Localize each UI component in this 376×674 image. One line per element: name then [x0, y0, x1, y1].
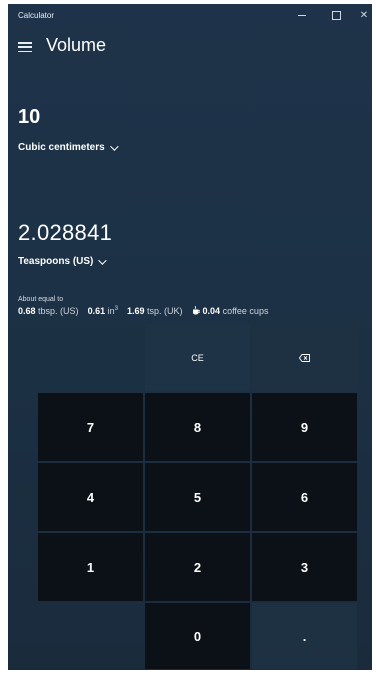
mode-title: Volume [46, 35, 107, 55]
to-unit-label: Teaspoons (US) [18, 256, 94, 267]
nav-row: Volume [8, 32, 372, 62]
key-0[interactable]: 0 [145, 603, 250, 669]
minimize-button[interactable] [292, 8, 312, 22]
to-value[interactable]: 2.028841 [18, 220, 112, 246]
key-5[interactable]: 5 [145, 463, 250, 531]
maximize-button[interactable] [326, 8, 346, 22]
close-button[interactable]: ✕ [354, 8, 372, 22]
calculator-window: Calculator ✕ Volume 10 Cubic centimeters… [8, 4, 372, 670]
hamburger-menu-icon[interactable] [18, 42, 32, 52]
equivalents-list: 0.68 tbsp. (US) 0.61 in3 1.69 tsp. (UK) … [18, 306, 277, 316]
key-2[interactable]: 2 [145, 533, 250, 601]
equivalent-item: 0.68 tbsp. (US) [18, 306, 79, 316]
key-6[interactable]: 6 [252, 463, 357, 531]
key-9[interactable]: 9 [252, 393, 357, 461]
chevron-down-icon [109, 141, 119, 151]
backspace-icon [299, 353, 310, 362]
minimize-icon [298, 14, 306, 16]
equivalent-item: 0.04 coffee cups [192, 306, 268, 316]
close-icon: ✕ [359, 9, 369, 21]
key-1[interactable]: 1 [38, 533, 143, 601]
from-value[interactable]: 10 [18, 106, 40, 129]
chevron-down-icon [98, 255, 108, 265]
to-unit-dropdown[interactable]: Teaspoons (US) [18, 255, 108, 267]
from-unit-label: Cubic centimeters [18, 142, 105, 153]
decimal-button[interactable]: . [252, 603, 357, 669]
equivalent-item: 1.69 tsp. (UK) [126, 306, 183, 316]
key-4[interactable]: 4 [38, 463, 143, 531]
coffee-cup-icon [192, 306, 200, 315]
key-3[interactable]: 3 [252, 533, 357, 601]
app-title: Calculator [18, 11, 55, 20]
from-unit-dropdown[interactable]: Cubic centimeters [18, 141, 119, 153]
key-8[interactable]: 8 [145, 393, 250, 461]
equivalent-item: 0.61 in3 [87, 306, 118, 316]
clear-entry-button[interactable]: CE [145, 324, 250, 391]
maximize-icon [331, 10, 341, 20]
about-equal-label: About equal to [18, 296, 64, 303]
title-bar: Calculator ✕ [8, 4, 372, 28]
key-7[interactable]: 7 [38, 393, 143, 461]
backspace-button[interactable] [252, 324, 357, 391]
